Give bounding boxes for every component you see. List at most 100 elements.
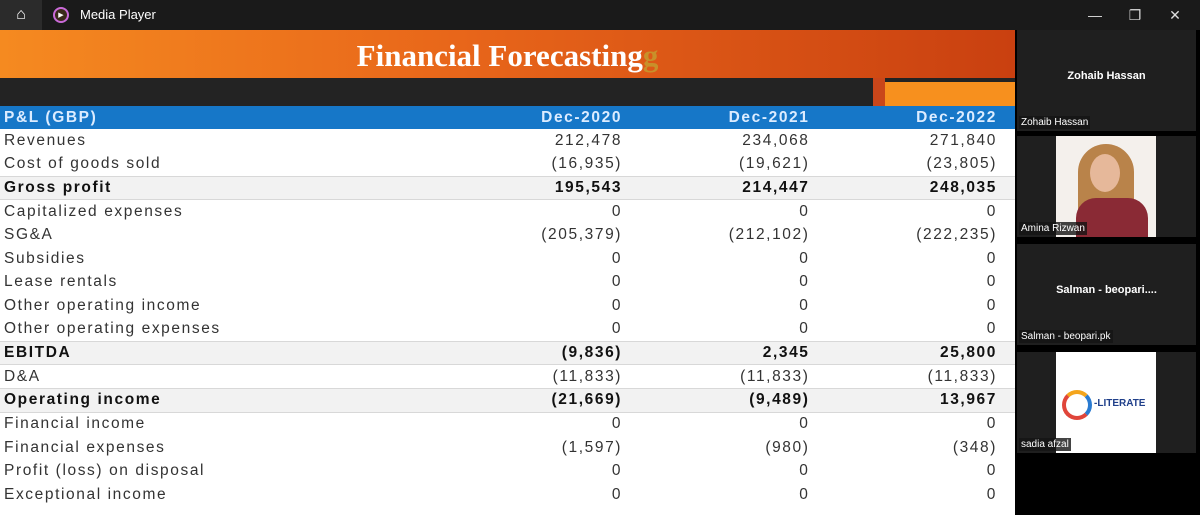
dark-strip — [0, 78, 1015, 106]
table-row: Other operating expenses 0 0 0 — [0, 318, 1015, 342]
media-player-icon: ▶ — [53, 7, 69, 23]
row-value: 0 — [799, 320, 810, 338]
participant-name: Zohaib Hassan — [1067, 70, 1146, 82]
participants-panel: Zohaib Hassan Zohaib Hassan Amina Rizwan… — [1015, 30, 1200, 515]
row-value: 0 — [986, 202, 997, 220]
participant-tile[interactable]: Amina Rizwan — [1017, 136, 1196, 237]
row-value: 0 — [799, 485, 810, 503]
row-value: 271,840 — [929, 131, 997, 149]
row-value: (23,805) — [926, 155, 997, 173]
row-label: SG&A — [4, 226, 54, 244]
header-col: Dec-2020 — [452, 106, 641, 129]
table-row: EBITDA (9,836) 2,345 25,800 — [0, 340, 1015, 366]
row-value: (21,669) — [452, 388, 641, 413]
row-value: 0 — [611, 249, 623, 267]
row-value: 195,543 — [452, 175, 641, 201]
presentation-slide: Financial Forecastingg P&L (GBP) Dec-202… — [0, 30, 1015, 515]
row-value: 248,035 — [827, 175, 1015, 201]
row-value: 214,447 — [640, 175, 828, 201]
table-row: SG&A (205,379) (212,102) (222,235) — [0, 223, 1015, 247]
row-value: 0 — [611, 415, 623, 433]
row-label: Other operating income — [4, 296, 202, 314]
row-label: Revenues — [4, 131, 87, 149]
row-value: (980) — [765, 438, 810, 456]
minimize-icon[interactable]: — — [1080, 4, 1110, 26]
row-value: (222,235) — [916, 226, 997, 244]
row-value: 0 — [611, 462, 623, 480]
table-row: Profit (loss) on disposal 0 0 0 — [0, 459, 1015, 483]
row-value: 0 — [799, 415, 810, 433]
row-value: (212,102) — [728, 226, 810, 244]
row-value: (19,621) — [738, 155, 810, 173]
row-label: Profit (loss) on disposal — [4, 462, 206, 480]
row-value: 0 — [986, 273, 997, 291]
row-value: (9,489) — [640, 388, 828, 413]
row-label: Financial expenses — [4, 438, 166, 456]
row-value: (11,833) — [740, 367, 810, 385]
table-row: Financial income 0 0 0 — [0, 412, 1015, 436]
row-value: 0 — [799, 202, 810, 220]
row-value: (1,597) — [561, 438, 623, 456]
participant-label: Zohaib Hassan — [1019, 116, 1091, 129]
row-value: 0 — [986, 249, 997, 267]
row-value: (11,833) — [927, 367, 997, 385]
row-value: 25,800 — [827, 340, 1015, 366]
table-row: Gross profit 195,543 214,447 248,035 — [0, 175, 1015, 201]
row-label: EBITDA — [0, 340, 453, 366]
row-label: D&A — [4, 367, 41, 385]
row-value: 0 — [799, 462, 810, 480]
title-bar: ⌂ ▶ Media Player — ❐ ✕ — [0, 0, 1200, 30]
row-label: Cost of goods sold — [4, 155, 162, 173]
table-header: P&L (GBP) Dec-2020 Dec-2021 Dec-2022 — [0, 106, 1015, 129]
row-value: 212,478 — [554, 131, 623, 149]
row-value: 0 — [799, 249, 810, 267]
header-col: Dec-2021 — [640, 106, 828, 129]
restore-icon[interactable]: ❐ — [1120, 4, 1150, 26]
row-label: Subsidies — [4, 249, 86, 267]
participant-label: Salman - beopari.pk — [1019, 330, 1113, 343]
close-icon[interactable]: ✕ — [1160, 4, 1190, 26]
row-value: 0 — [986, 462, 997, 480]
participant-tile[interactable]: -LITERATE sadia afzal — [1017, 352, 1196, 453]
decor-box — [885, 82, 1015, 106]
row-value: 234,068 — [742, 131, 810, 149]
row-value: 0 — [611, 296, 623, 314]
table-row: Operating income (21,669) (9,489) 13,967 — [0, 388, 1015, 413]
participant-label: sadia afzal — [1019, 438, 1071, 451]
table-row: Other operating income 0 0 0 — [0, 294, 1015, 318]
row-label: Exceptional income — [4, 485, 168, 503]
header-col: Dec-2022 — [827, 106, 1015, 129]
row-label: Capitalized expenses — [4, 202, 184, 220]
row-label: Operating income — [0, 388, 453, 413]
row-value: (205,379) — [541, 226, 623, 244]
row-value: 13,967 — [827, 388, 1015, 413]
decor-bar — [873, 78, 885, 106]
header-label: P&L (GBP) — [0, 106, 453, 129]
row-value: 0 — [799, 273, 810, 291]
table-row: Cost of goods sold (16,935) (19,621) (23,80… — [0, 153, 1015, 177]
participant-tile[interactable]: Zohaib Hassan Zohaib Hassan — [1017, 30, 1196, 131]
row-label: Lease rentals — [4, 273, 118, 291]
table-row: Lease rentals 0 0 0 — [0, 271, 1015, 295]
row-value: 0 — [799, 296, 810, 314]
row-label: Gross profit — [0, 175, 453, 201]
participant-tile[interactable]: Salman - beopari.... Salman - beopari.pk — [1017, 244, 1196, 345]
home-icon[interactable]: ⌂ — [0, 0, 42, 30]
row-value: 0 — [611, 273, 623, 291]
table-row: Financial expenses (1,597) (980) (348) — [0, 436, 1015, 460]
row-value: 0 — [611, 485, 623, 503]
row-label: Other operating expenses — [4, 320, 221, 338]
row-value: 0 — [611, 320, 623, 338]
row-value: 0 — [986, 320, 997, 338]
row-label: Financial income — [4, 415, 146, 433]
row-value: (11,833) — [552, 367, 623, 385]
participant-label: Amina Rizwan — [1019, 222, 1087, 235]
app-title: Media Player — [80, 7, 156, 22]
table-row: Revenues 212,478 234,068 271,840 — [0, 129, 1015, 153]
row-value: (16,935) — [551, 155, 623, 173]
row-value: 2,345 — [640, 340, 828, 366]
row-value: 0 — [986, 485, 997, 503]
row-value: (9,836) — [452, 340, 641, 366]
logo-text: -LITERATE — [1094, 398, 1146, 409]
participant-name: Salman - beopari.... — [1056, 284, 1157, 296]
